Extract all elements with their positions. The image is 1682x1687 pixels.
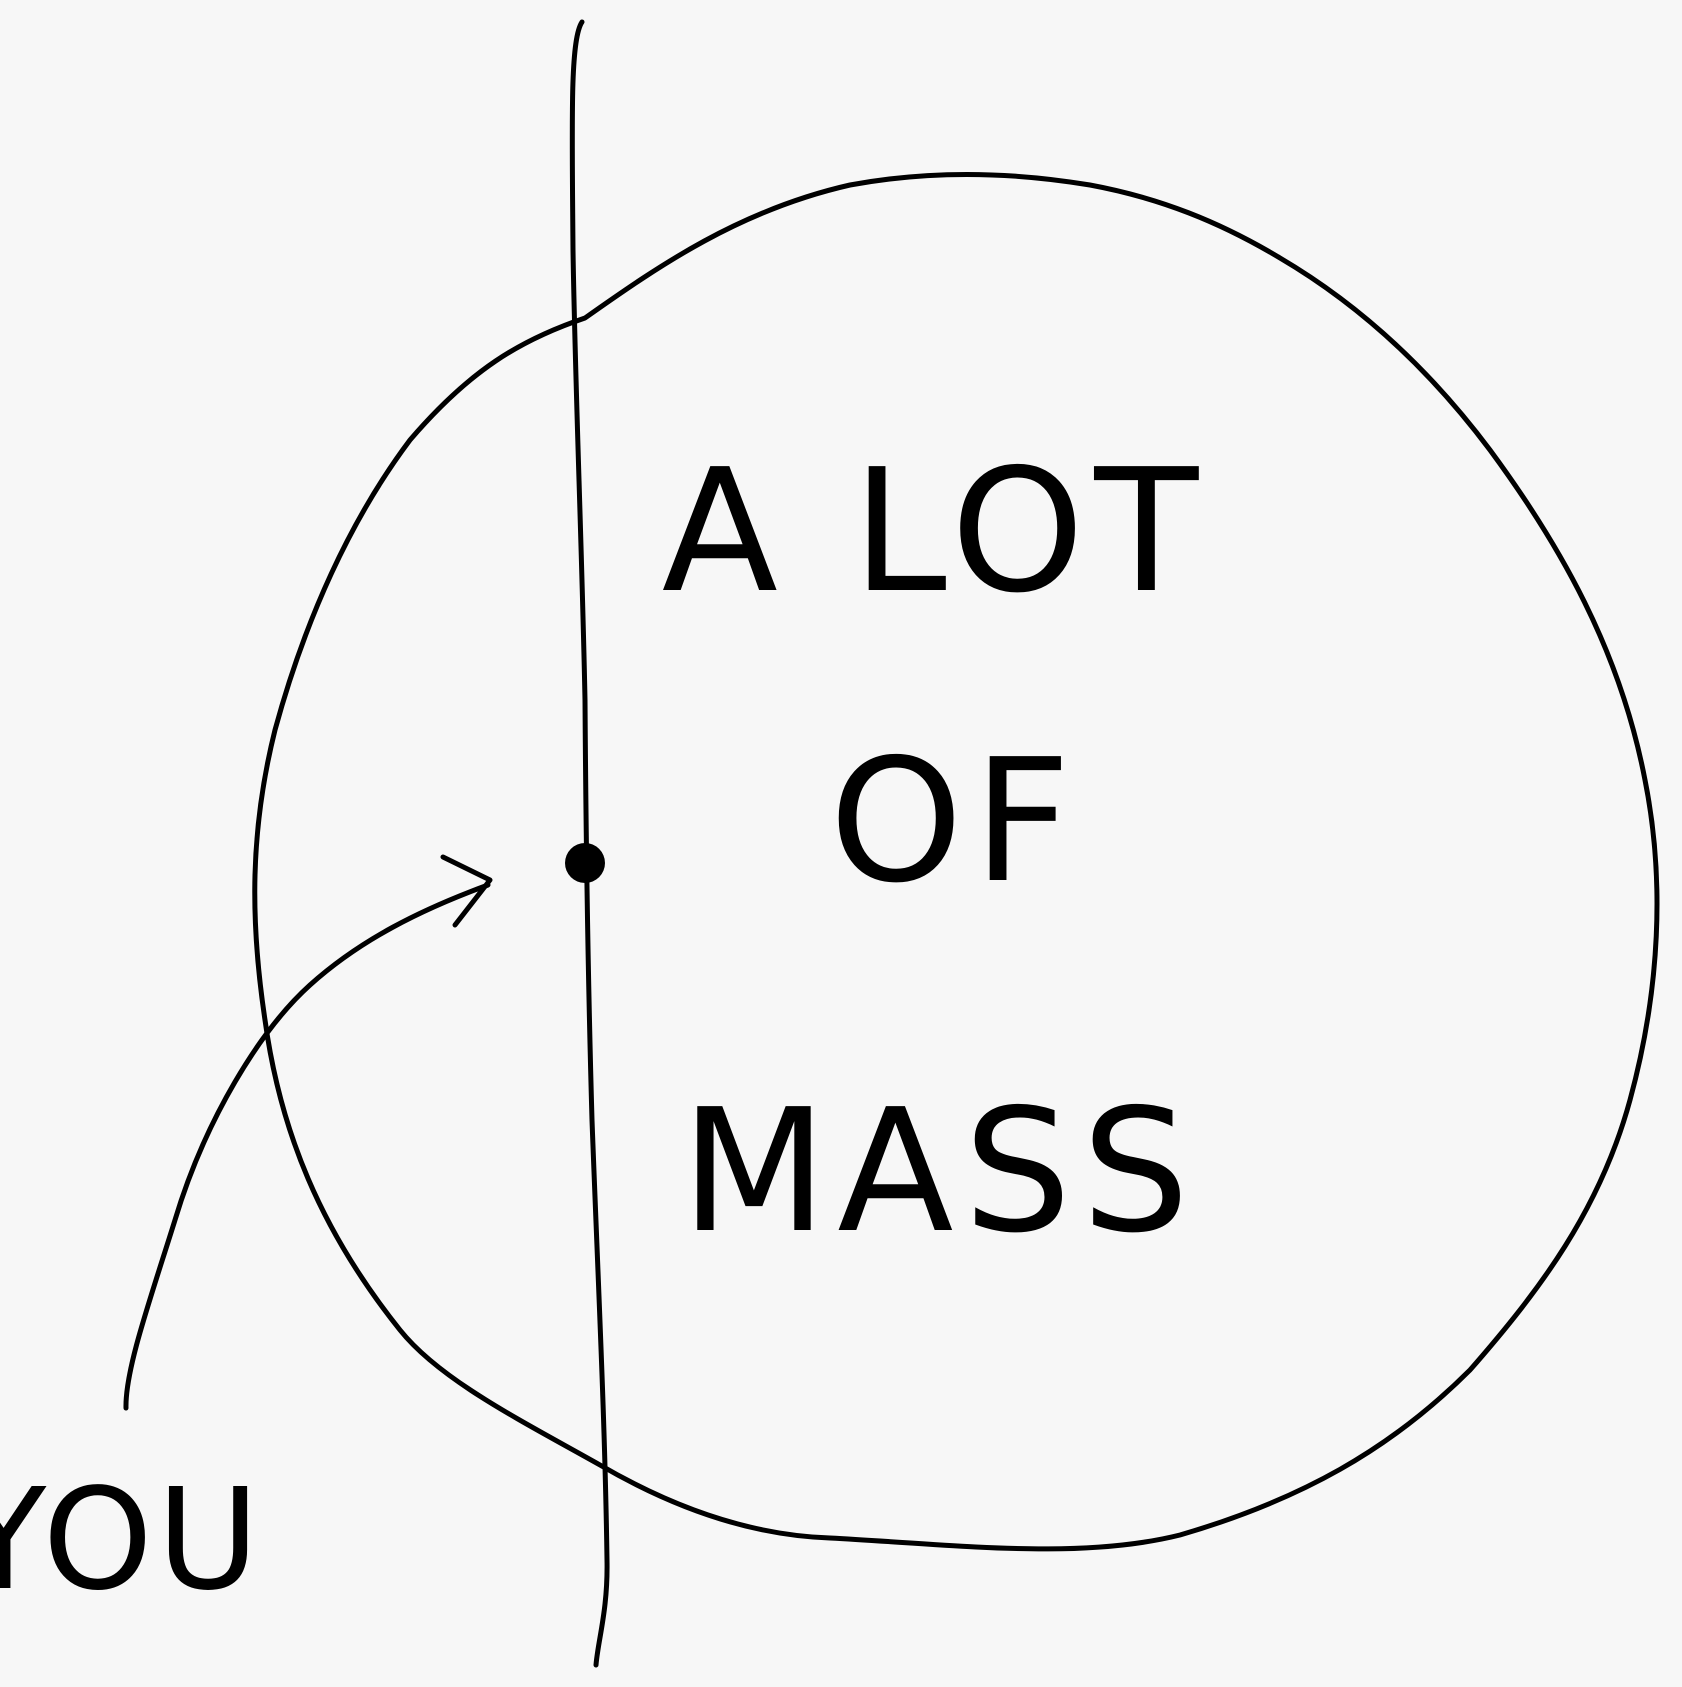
mass-label-line3: MASS <box>681 1073 1200 1271</box>
pointer-arrow-curve <box>123 882 491 1411</box>
diagram-canvas: A LOT OF MASS YOU <box>0 0 1682 1687</box>
center-point <box>565 843 605 883</box>
vertical-axis-line <box>569 19 610 1668</box>
mass-label-line1: A LOT <box>662 433 1209 631</box>
mass-label-line2: OF <box>829 723 1081 921</box>
observer-label: YOU <box>0 1459 263 1622</box>
diagram-svg: A LOT OF MASS YOU <box>0 19 1660 1668</box>
